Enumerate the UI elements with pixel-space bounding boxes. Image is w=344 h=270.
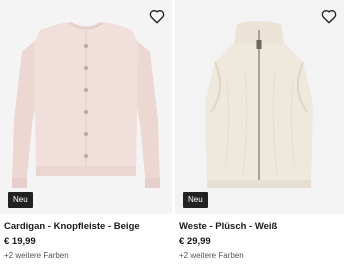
product-title[interactable]: Cardigan - Knopfleiste - Beige <box>4 221 140 232</box>
heart-outline-icon[interactable] <box>320 7 338 25</box>
product-title[interactable]: Weste - Plüsch - Weiß <box>179 221 277 232</box>
more-colors-label[interactable]: +2 weitere Farben <box>179 251 244 260</box>
more-colors-label[interactable]: +2 weitere Farben <box>4 251 69 260</box>
product-image-vest[interactable]: Neu <box>175 0 344 214</box>
vest-image <box>205 21 313 188</box>
cardigan-image <box>12 22 160 188</box>
product-card-vest[interactable]: Neu Weste - Plüsch - Weiß € 29,99 +2 wei… <box>175 0 344 270</box>
product-price: € 29,99 <box>179 236 211 247</box>
product-card-cardigan[interactable]: Neu Cardigan - Knopfleiste - Beige € 19,… <box>0 0 172 270</box>
new-badge: Neu <box>8 192 33 208</box>
product-grid: Neu Cardigan - Knopfleiste - Beige € 19,… <box>0 0 344 270</box>
new-badge: Neu <box>183 192 208 208</box>
heart-outline-icon[interactable] <box>148 7 166 25</box>
product-price: € 19,99 <box>4 236 36 247</box>
product-image-cardigan[interactable]: Neu <box>0 0 172 214</box>
